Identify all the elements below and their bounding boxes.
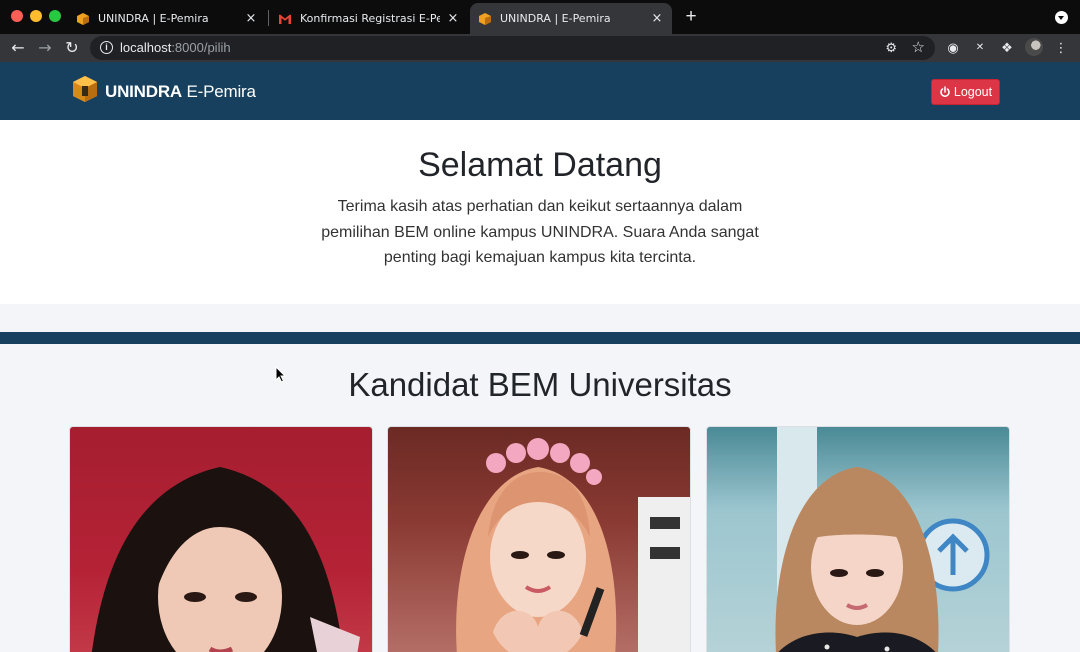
tab-title: UNINDRA | E-Pemira <box>98 12 209 25</box>
candidate-photo-3 <box>775 427 990 652</box>
logout-label: Logout <box>953 85 993 99</box>
new-tab-button[interactable]: + <box>681 6 701 28</box>
welcome-title: Selamat Datang <box>418 146 662 184</box>
brand-bold: UNINDRA <box>105 82 182 101</box>
tab-close-icon[interactable]: × <box>244 11 258 26</box>
candidate-card-2[interactable] <box>387 426 691 652</box>
browser-tab-1[interactable]: UNINDRA | E-Pemira × <box>68 3 266 34</box>
welcome-section: Selamat Datang Terima kasih atas perhati… <box>0 120 1080 304</box>
browser-tab-2[interactable]: Konfirmasi Registrasi E-Pemira × <box>270 3 468 34</box>
url-path: :8000/pilih <box>171 40 231 55</box>
url-text[interactable]: localhost:8000/pilih <box>120 40 231 55</box>
browser-tab-3-active[interactable]: UNINDRA | E-Pemira × <box>470 3 672 34</box>
browser-menu-icon[interactable]: ⋮ <box>1052 39 1070 57</box>
tab-close-icon[interactable]: × <box>650 11 664 26</box>
forward-arrow-icon[interactable]: → <box>35 38 55 58</box>
site-info-icon[interactable]: i <box>100 41 113 54</box>
candidate-card-3[interactable] <box>706 426 1010 652</box>
section-gap <box>0 304 1080 332</box>
bookmark-star-icon[interactable]: ☆ <box>912 38 925 56</box>
candidate-photo-1 <box>91 467 360 652</box>
extension-x-icon[interactable]: ✕ <box>971 39 989 57</box>
address-bar[interactable]: i localhost:8000/pilih ⚙ ☆ <box>90 36 935 60</box>
browser-toolbar: ← → ↻ i localhost:8000/pilih ⚙ ☆ ◉ ✕ ❖ ⋮ <box>0 34 1080 62</box>
brand-name[interactable]: UNINDRA E-Pemira <box>105 82 256 102</box>
brand-rest: E-Pemira <box>181 82 256 101</box>
tab-search-icon[interactable] <box>1055 11 1068 24</box>
tab-title: Konfirmasi Registrasi E-Pemira <box>300 12 440 25</box>
window-zoom-button[interactable] <box>49 10 61 22</box>
browser-tab-bar: UNINDRA | E-Pemira × Konfirmasi Registra… <box>0 0 1080 34</box>
profile-avatar[interactable] <box>1025 38 1043 56</box>
cube-logo-icon <box>479 12 491 25</box>
unindra-cube-logo-icon <box>73 76 97 102</box>
candidates-heading: Kandidat BEM Universitas <box>348 366 732 403</box>
power-icon <box>940 86 950 97</box>
site-navbar: UNINDRA E-Pemira Logout <box>0 62 1080 120</box>
url-host: localhost <box>120 40 172 55</box>
puzzle-extensions-icon[interactable]: ❖ <box>998 39 1016 57</box>
tab-close-icon[interactable]: × <box>446 11 460 26</box>
cube-logo-icon <box>77 12 89 25</box>
candidate-card-1[interactable] <box>69 426 373 652</box>
window-close-button[interactable] <box>11 10 23 22</box>
reload-icon[interactable]: ↻ <box>62 38 82 58</box>
window-minimize-button[interactable] <box>30 10 42 22</box>
gmail-icon <box>279 14 291 24</box>
mouse-cursor-icon <box>275 366 287 383</box>
camera-icon[interactable]: ◉ <box>944 39 962 57</box>
logout-button[interactable]: Logout <box>931 79 1000 105</box>
tab-title: UNINDRA | E-Pemira <box>500 12 611 25</box>
tab-separator <box>268 10 269 26</box>
welcome-text: Terima kasih atas perhatian dan keikut s… <box>321 198 759 266</box>
key-icon[interactable]: ⚙ <box>885 40 897 56</box>
candidate-photo-2 <box>456 438 690 652</box>
back-arrow-icon[interactable]: ← <box>8 38 28 58</box>
section-divider <box>0 332 1080 344</box>
